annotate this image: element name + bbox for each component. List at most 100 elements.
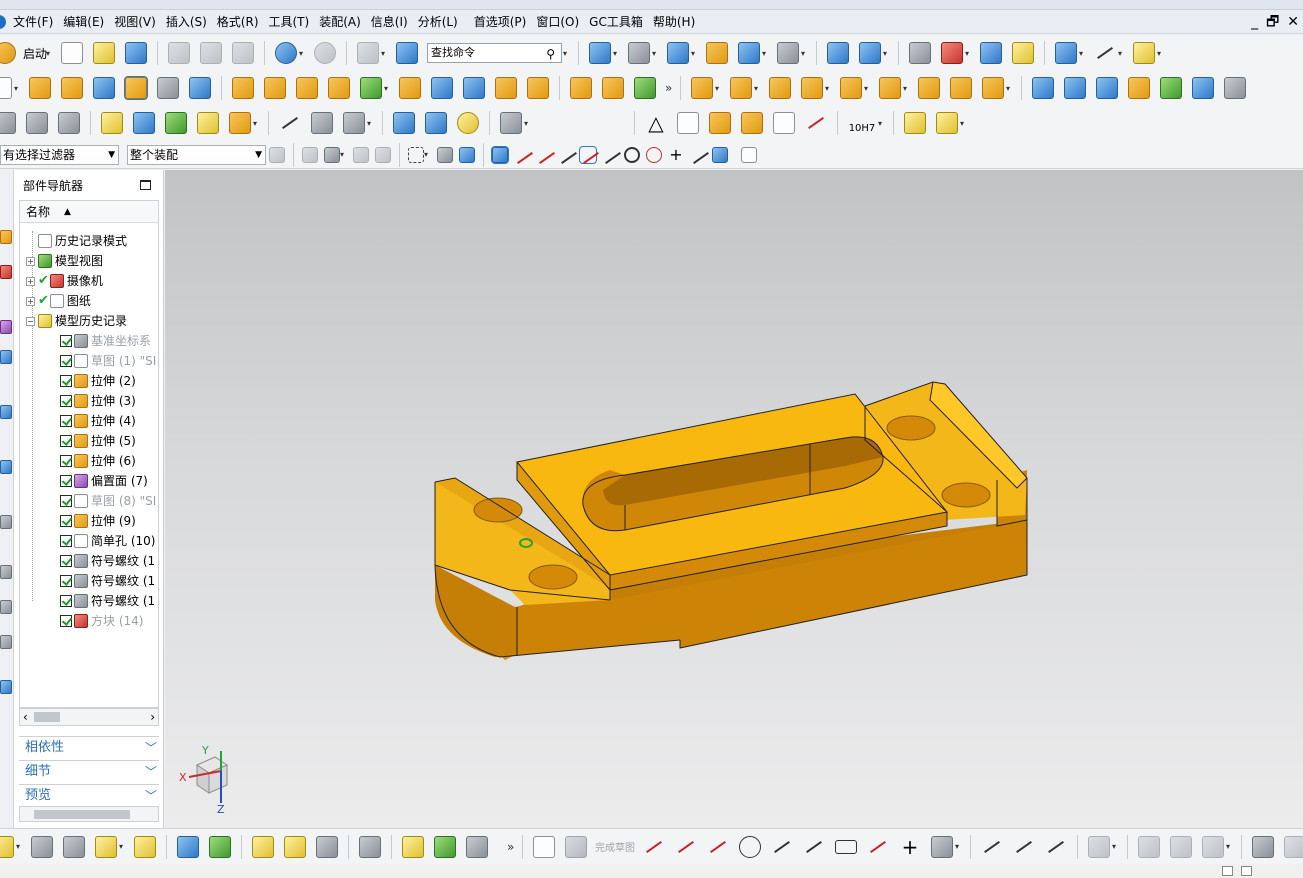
resource-roles-icon[interactable] bbox=[0, 460, 12, 474]
geometric-constraints-icon[interactable] bbox=[1138, 835, 1160, 858]
boss-icon[interactable] bbox=[157, 77, 179, 99]
through-mesh-icon[interactable] bbox=[1064, 77, 1086, 99]
tree-item[interactable]: 草图 (8) "SI bbox=[60, 491, 156, 511]
name-column-header[interactable]: 名称 ▲ bbox=[20, 201, 158, 223]
move-dropdown-arrow[interactable]: ▾ bbox=[883, 49, 891, 58]
note-icon[interactable] bbox=[101, 112, 123, 134]
measure-edge-icon[interactable] bbox=[343, 112, 365, 134]
background-dropdown-arrow[interactable]: ▾ bbox=[801, 49, 809, 58]
resource-palette-icon[interactable] bbox=[0, 565, 12, 579]
scrollbar-thumb[interactable] bbox=[34, 712, 60, 722]
chevron-down-icon[interactable]: ﹀ bbox=[145, 785, 157, 807]
scroll-right-icon[interactable]: › bbox=[150, 709, 155, 725]
repeat-dropdown-arrow[interactable]: ▾ bbox=[381, 49, 389, 58]
snap-point-on-icon[interactable] bbox=[491, 145, 509, 164]
feature-checkbox[interactable] bbox=[60, 595, 72, 607]
add-component-icon[interactable] bbox=[133, 112, 155, 134]
tree-item[interactable]: 基准坐标系 bbox=[60, 331, 151, 351]
convert-reference-icon[interactable] bbox=[1284, 835, 1303, 858]
section-curve-icon[interactable] bbox=[311, 112, 333, 134]
menu-gc-toolkit[interactable]: GC工具箱 bbox=[584, 10, 648, 34]
scroll-left-icon[interactable]: ‹ bbox=[23, 709, 28, 725]
undo-dropdown-arrow[interactable]: ▾ bbox=[299, 49, 307, 58]
wave-link-icon[interactable] bbox=[402, 835, 424, 858]
snap-view-icon[interactable] bbox=[827, 42, 850, 64]
cut-icon[interactable] bbox=[168, 42, 191, 64]
resource-system-icon[interactable] bbox=[0, 515, 12, 529]
feature-checkbox[interactable] bbox=[60, 415, 72, 427]
layer-icon[interactable] bbox=[26, 112, 48, 134]
through-curves-icon[interactable] bbox=[1032, 77, 1054, 99]
graphics-viewport[interactable]: Y X Z bbox=[165, 170, 1303, 828]
snap-point-on-face-icon[interactable] bbox=[690, 147, 706, 163]
swept-icon[interactable] bbox=[1096, 77, 1118, 99]
resource-web-icon[interactable] bbox=[0, 405, 12, 419]
reposition-component-icon[interactable] bbox=[197, 112, 219, 134]
details-panel[interactable]: 细节 ﹀ bbox=[19, 760, 159, 782]
tree-item[interactable]: 拉伸 (4) bbox=[60, 411, 136, 431]
draft-icon[interactable] bbox=[634, 77, 656, 99]
tree-item[interactable]: 拉伸 (5) bbox=[60, 431, 136, 451]
rectangle-select-icon[interactable] bbox=[408, 146, 424, 163]
quick-extend-icon[interactable] bbox=[1013, 836, 1035, 858]
save-icon[interactable] bbox=[125, 42, 148, 64]
select-type-icon[interactable] bbox=[324, 146, 340, 163]
select-vertex-icon[interactable] bbox=[353, 146, 369, 163]
resource-reuse-icon[interactable] bbox=[0, 350, 12, 364]
pad-icon[interactable] bbox=[232, 77, 254, 99]
emboss-icon[interactable] bbox=[328, 77, 350, 99]
tree-item[interactable]: + ✔ 图纸 bbox=[26, 291, 91, 311]
tree-expander-icon[interactable]: + bbox=[26, 276, 35, 286]
measure-icon[interactable] bbox=[909, 42, 932, 64]
select-body-icon[interactable] bbox=[459, 146, 475, 163]
trim-body-icon[interactable] bbox=[431, 77, 453, 99]
feature-checkbox[interactable] bbox=[60, 495, 72, 507]
mate-component-icon[interactable] bbox=[165, 112, 187, 134]
unite-icon[interactable] bbox=[399, 77, 421, 99]
feature-checkbox[interactable] bbox=[60, 555, 72, 567]
finish-sketch-label[interactable]: 完成草图 bbox=[595, 839, 635, 854]
point-icon[interactable]: + bbox=[899, 836, 921, 858]
menu-tools[interactable]: 工具(T) bbox=[264, 10, 315, 34]
tree-item[interactable]: 草图 (1) "SI bbox=[60, 351, 156, 371]
tolerance-fit-icon[interactable]: 10H7 bbox=[848, 112, 876, 134]
datum-plane-icon[interactable] bbox=[1094, 42, 1116, 64]
restore-button[interactable]: 🗗 bbox=[1266, 10, 1279, 34]
mirror-dropdown-arrow[interactable]: ▾ bbox=[754, 84, 762, 93]
offset-curve-icon[interactable] bbox=[931, 835, 953, 858]
edit-object-display-icon[interactable] bbox=[980, 42, 1003, 64]
select-edge-icon[interactable] bbox=[375, 146, 391, 163]
hole-table-icon[interactable] bbox=[709, 112, 731, 134]
pocket-icon[interactable] bbox=[189, 77, 211, 99]
snap-mid-point-icon[interactable] bbox=[536, 147, 552, 163]
fit-view-dropdown-arrow[interactable]: ▾ bbox=[613, 49, 621, 58]
datum-point-dropdown-arrow[interactable]: ▾ bbox=[384, 84, 392, 93]
groove-icon[interactable] bbox=[296, 77, 318, 99]
make-symmetric-icon[interactable] bbox=[1170, 835, 1192, 858]
start-dropdown-arrow[interactable]: ▾ bbox=[46, 49, 54, 58]
minimize-button[interactable]: _ bbox=[1251, 10, 1258, 34]
resource-materials-icon[interactable] bbox=[0, 600, 12, 614]
filter-settings-icon[interactable] bbox=[269, 146, 285, 163]
open-folder-icon[interactable] bbox=[93, 42, 116, 64]
undo-icon[interactable] bbox=[275, 42, 298, 64]
measure-edge-dropdown-arrow[interactable]: ▾ bbox=[367, 119, 375, 128]
menu-help[interactable]: 帮助(H) bbox=[648, 10, 700, 34]
grid-icon[interactable] bbox=[741, 146, 757, 163]
add-component-dropdown-arrow[interactable]: ▾ bbox=[119, 842, 127, 851]
triangle-datum-icon[interactable]: △ bbox=[645, 112, 667, 134]
rectangle-select-dropdown-arrow[interactable]: ▾ bbox=[424, 150, 432, 159]
balloon-icon[interactable] bbox=[741, 112, 763, 134]
close-button[interactable]: ✕ bbox=[1287, 10, 1299, 34]
tree-item[interactable]: − 模型历史记录 bbox=[26, 311, 127, 331]
menu-format[interactable]: 格式(R) bbox=[212, 10, 264, 34]
resource-assembly-icon[interactable] bbox=[0, 230, 12, 244]
feature-checkbox[interactable] bbox=[60, 375, 72, 387]
new-file-icon[interactable] bbox=[61, 42, 84, 64]
tolerance-dropdown-arrow[interactable]: ▾ bbox=[878, 119, 886, 128]
measure-dropdown-arrow[interactable]: ▾ bbox=[1157, 49, 1165, 58]
edge-blend-icon[interactable] bbox=[570, 77, 592, 99]
scrollbar-thumb[interactable] bbox=[34, 810, 130, 819]
title-block-icon[interactable] bbox=[773, 112, 795, 134]
chevron-down-icon[interactable]: ﹀ bbox=[145, 737, 157, 759]
